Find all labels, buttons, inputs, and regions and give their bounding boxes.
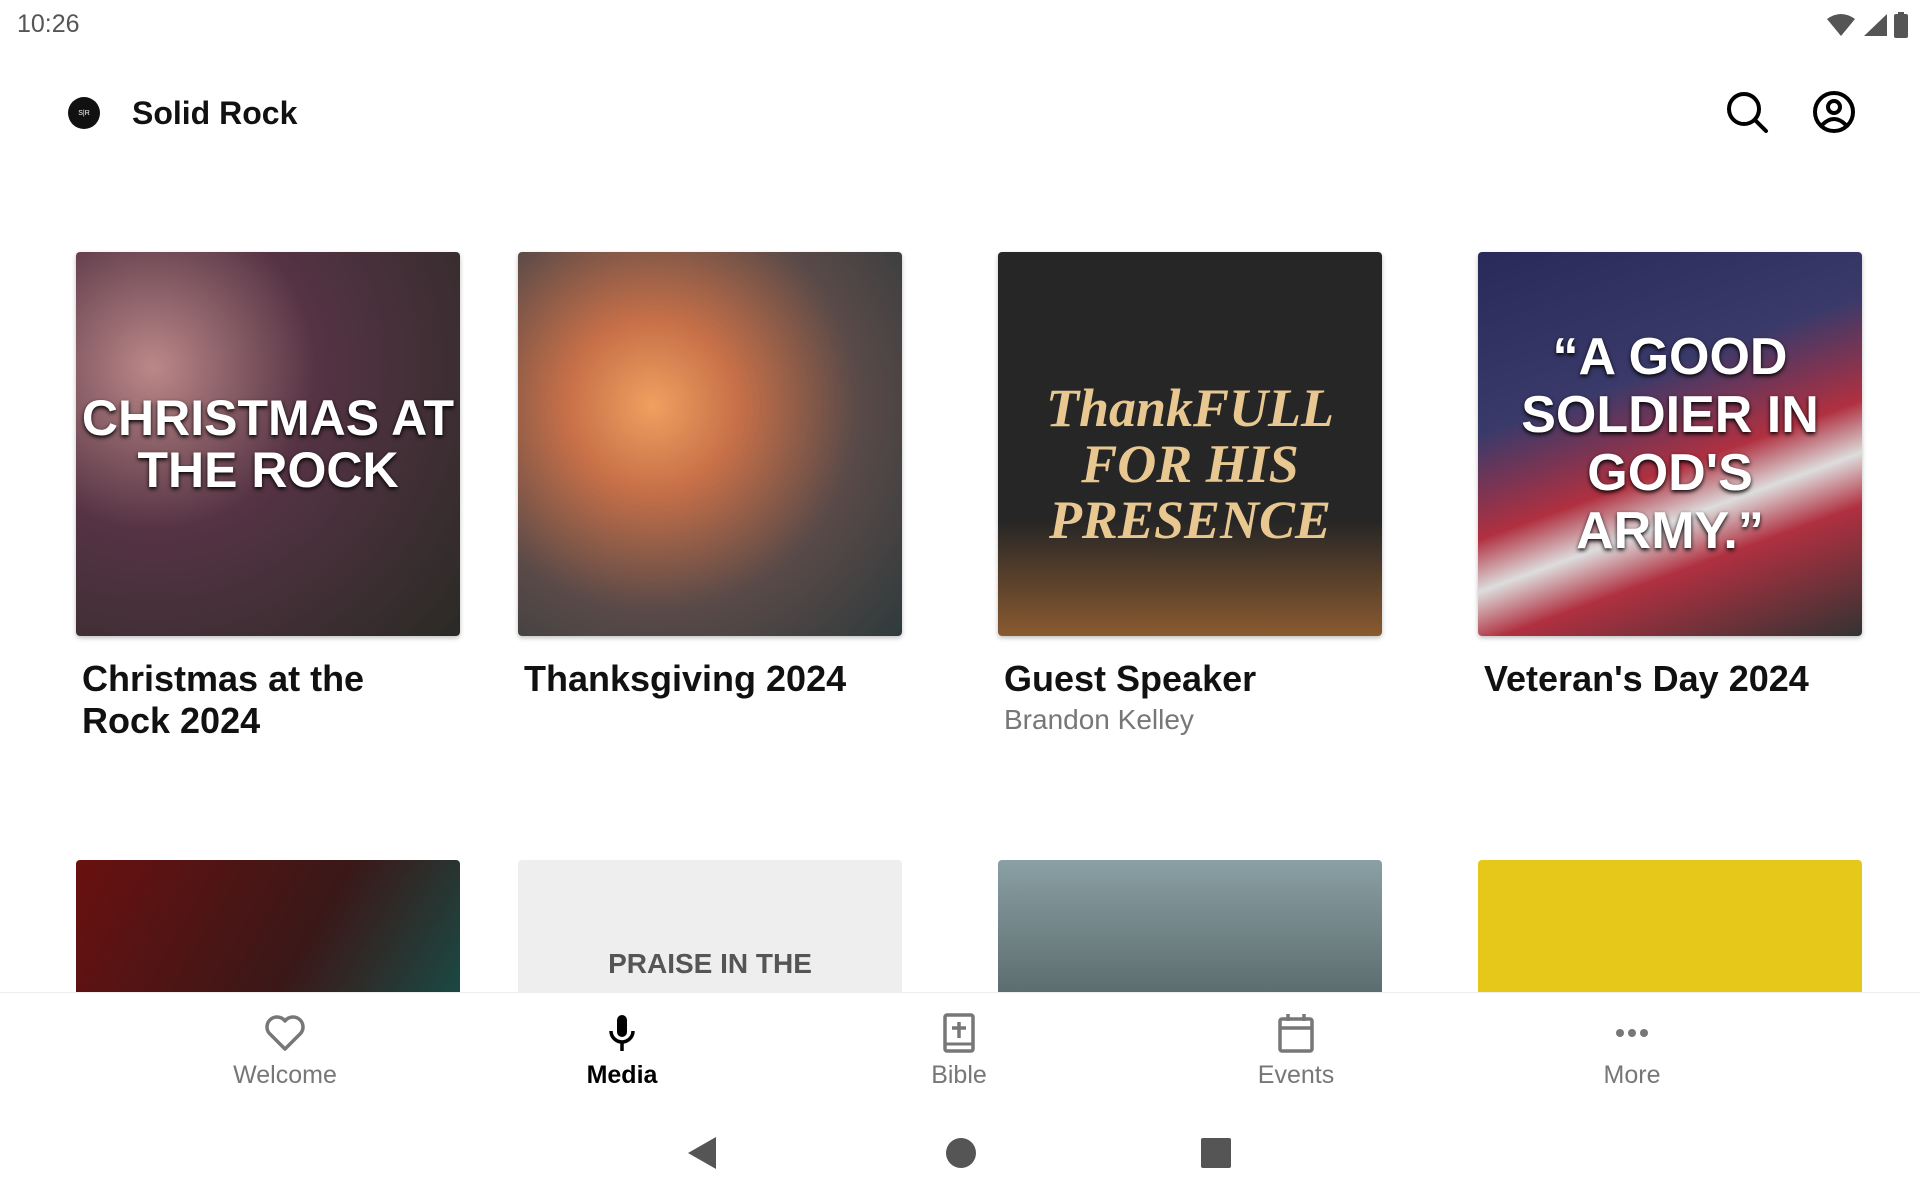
system-navigation-bar — [0, 1120, 1920, 1200]
media-card[interactable] — [76, 860, 460, 1000]
media-title: Veteran's Day 2024 — [1484, 658, 1809, 699]
media-card[interactable]: ThankFULL FOR HIS PRESENCE Guest Speaker… — [998, 252, 1382, 736]
nav-label: Media — [586, 1061, 658, 1089]
media-title: Thanksgiving 2024 — [524, 658, 847, 699]
media-thumbnail: “A GOOD SOLDIER IN GOD'S ARMY.” — [1478, 252, 1862, 636]
media-card[interactable]: “A GOOD SOLDIER IN GOD'S ARMY.” Veteran'… — [1478, 252, 1862, 700]
account-icon[interactable] — [1812, 90, 1856, 134]
nav-label: Events — [1257, 1061, 1335, 1089]
bottom-navigation: Welcome Media Bible Events More — [0, 992, 1920, 1116]
media-card[interactable] — [1478, 860, 1862, 1000]
microphone-icon — [609, 1015, 635, 1051]
media-card[interactable]: CHRISTMAS AT THE ROCK Christmas at the R… — [76, 252, 460, 742]
poster-text: “A GOOD SOLDIER IN GOD'S ARMY.” — [1521, 328, 1819, 560]
recents-icon[interactable] — [1201, 1138, 1231, 1168]
nav-label: More — [1603, 1061, 1661, 1089]
calendar-icon — [1278, 1014, 1314, 1053]
heart-icon — [265, 1015, 305, 1051]
bible-icon — [943, 1013, 975, 1053]
media-thumbnail: ThankFULL FOR HIS PRESENCE — [998, 252, 1382, 636]
poster-text: ThankFULL FOR HIS PRESENCE — [1045, 378, 1335, 550]
app-logo: S|R — [68, 97, 100, 129]
media-thumbnail — [518, 252, 902, 636]
battery-icon — [1894, 12, 1908, 38]
nav-label: Welcome — [233, 1061, 337, 1089]
status-icons — [1826, 12, 1908, 38]
app-title: Solid Rock — [132, 95, 298, 131]
media-card[interactable] — [998, 860, 1382, 1000]
media-card[interactable]: PRAISE IN THE — [518, 860, 902, 1000]
nav-events[interactable]: Events — [1186, 1011, 1406, 1090]
nav-welcome[interactable]: Welcome — [175, 1011, 395, 1090]
media-title: Guest Speaker — [1004, 658, 1257, 699]
nav-bible[interactable]: Bible — [849, 1011, 1069, 1090]
signal-icon — [1864, 14, 1887, 36]
nav-label: Bible — [931, 1061, 987, 1089]
media-thumbnail: CHRISTMAS AT THE ROCK — [76, 252, 460, 636]
media-card[interactable]: Thanksgiving 2024 — [518, 252, 902, 700]
media-subtitle: Brandon Kelley — [1004, 704, 1194, 735]
search-icon[interactable] — [1725, 90, 1769, 134]
media-title: Christmas at the Rock 2024 — [82, 658, 365, 741]
nav-more[interactable]: More — [1522, 1011, 1742, 1090]
more-icon — [1616, 1029, 1648, 1037]
nav-media[interactable]: Media — [512, 1011, 732, 1090]
home-icon[interactable] — [945, 1137, 977, 1169]
wifi-icon — [1827, 14, 1855, 36]
status-time: 10:26 — [17, 10, 80, 38]
back-icon[interactable] — [686, 1135, 718, 1171]
poster-text: CHRISTMAS AT THE ROCK — [81, 390, 455, 498]
